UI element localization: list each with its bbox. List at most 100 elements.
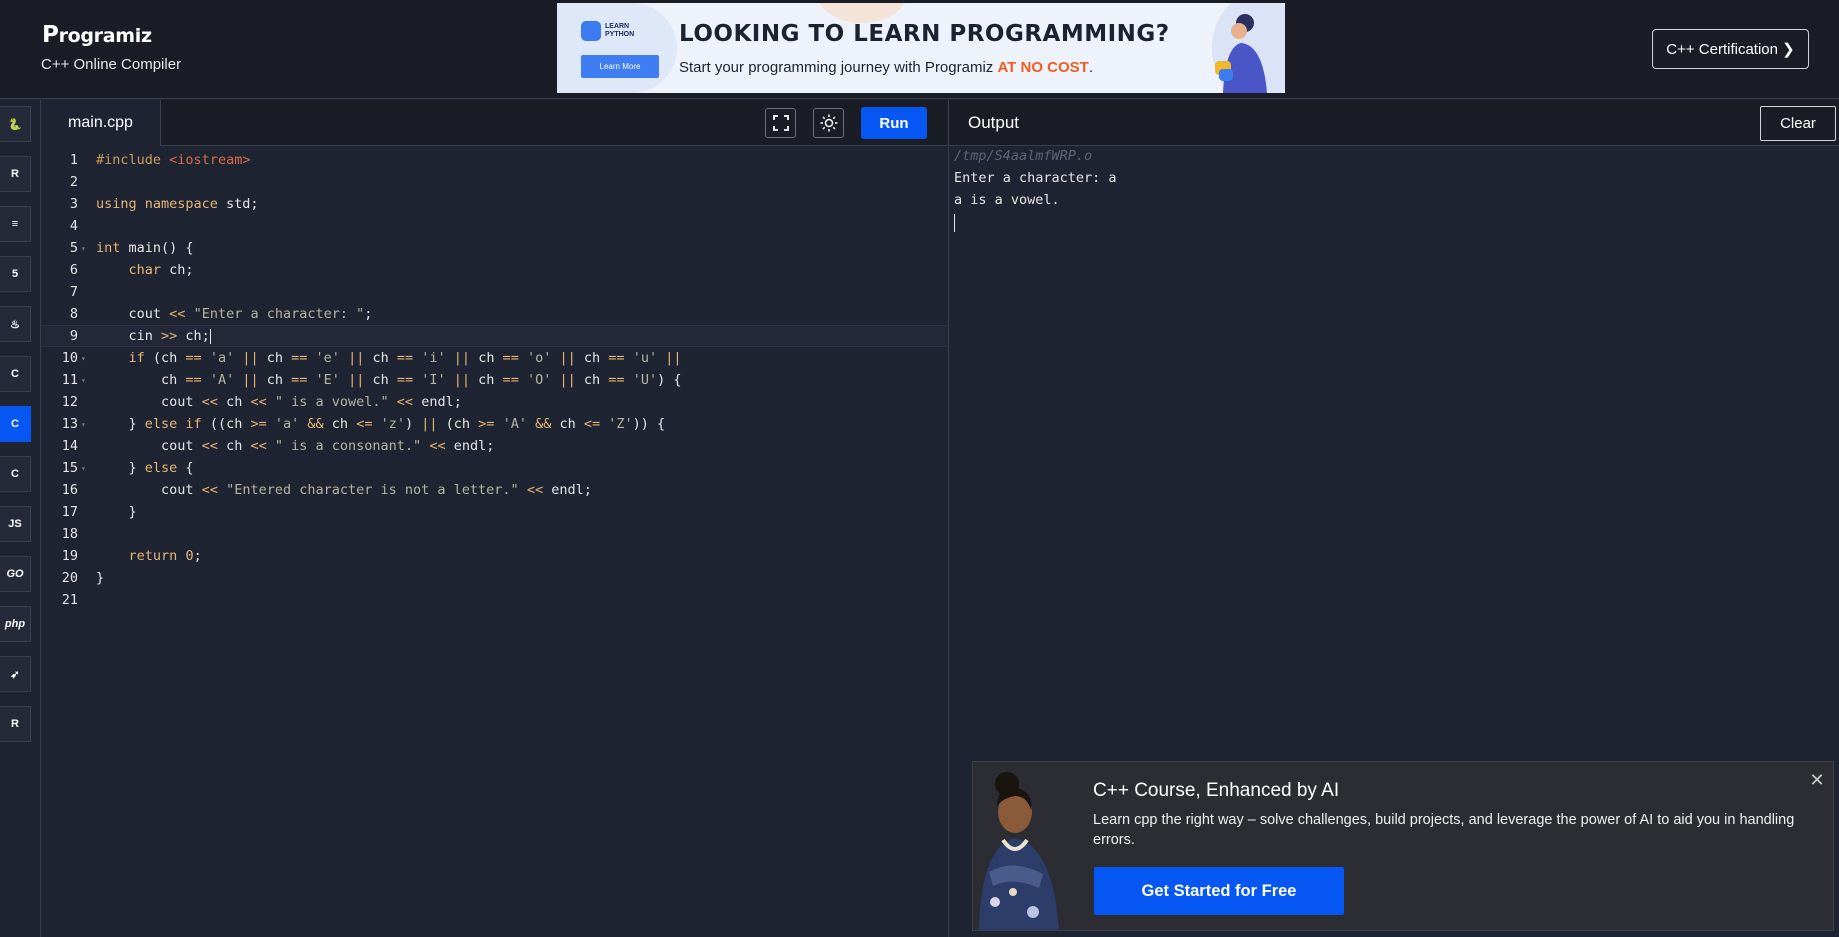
code-line[interactable]: 12 cout << ch << " is a vowel." << endl; bbox=[41, 391, 947, 413]
code-line[interactable]: 2 bbox=[41, 171, 947, 193]
code-text: } bbox=[96, 570, 105, 586]
code-line[interactable]: 10 ▾ if (ch == 'a' || ch == 'e' || ch == … bbox=[41, 347, 947, 369]
go-icon: GO bbox=[6, 568, 24, 580]
line-number: 9 bbox=[69, 328, 78, 344]
code-line[interactable]: 15 ▾ } else { bbox=[41, 457, 947, 479]
banner-sub-suffix: . bbox=[1088, 59, 1094, 76]
code-line[interactable]: 5 ▾ int main() { bbox=[41, 237, 947, 259]
fold-arrow-icon[interactable]: ▾ bbox=[78, 464, 90, 473]
banner-person-illustration bbox=[1215, 14, 1267, 93]
sun-icon bbox=[820, 114, 837, 132]
fold-arrow-icon[interactable]: ▾ bbox=[78, 376, 90, 385]
line-number: 6 bbox=[69, 262, 78, 278]
code-line[interactable]: 6 char ch; bbox=[41, 259, 947, 281]
language-r-button[interactable]: R bbox=[0, 156, 31, 192]
code-line[interactable]: 9 cin >> ch; bbox=[41, 325, 947, 347]
line-number: 21 bbox=[61, 592, 78, 608]
banner-sub-text: Start your programming journey with Prog… bbox=[679, 59, 998, 76]
clear-button[interactable]: Clear bbox=[1760, 106, 1836, 141]
language-swift-button[interactable]: ➶ bbox=[0, 656, 31, 692]
language-python-button[interactable]: 🐍 bbox=[0, 106, 31, 142]
code-text: ch == 'A' || ch == 'E' || ch == 'I' || c… bbox=[96, 372, 682, 388]
line-number: 11 bbox=[61, 372, 78, 388]
code-line[interactable]: 14 cout << ch << " is a consonant." << e… bbox=[41, 435, 947, 457]
line-number: 7 bbox=[69, 284, 78, 300]
language-csharp-button[interactable]: C bbox=[0, 456, 31, 492]
line-number: 20 bbox=[61, 570, 78, 586]
language-java-button[interactable]: ♨ bbox=[0, 306, 31, 342]
editor-toolbar: main.cpp Run bbox=[41, 100, 947, 146]
banner-learn-more-button[interactable]: Learn More bbox=[581, 55, 659, 78]
code-line[interactable]: 18 bbox=[41, 523, 947, 545]
javascript-icon: JS bbox=[8, 518, 22, 530]
fold-arrow-icon[interactable]: ▾ bbox=[78, 244, 90, 253]
code-text: } bbox=[96, 504, 137, 520]
code-line[interactable]: 3 using namespace std; bbox=[41, 193, 947, 215]
fullscreen-icon bbox=[772, 115, 789, 131]
line-number: 8 bbox=[69, 306, 78, 322]
code-line[interactable]: 1 #include <iostream> bbox=[41, 149, 947, 171]
theme-toggle-button[interactable] bbox=[813, 108, 844, 138]
course-promo-card: C++ Course, Enhanced by AI Learn cpp the… bbox=[972, 761, 1834, 931]
line-number: 1 bbox=[69, 152, 78, 168]
code-line[interactable]: 17 } bbox=[41, 501, 947, 523]
cpp-icon: C bbox=[11, 418, 19, 430]
banner-ad[interactable]: LEARN PYTHON Learn More LOOKING TO LEARN… bbox=[557, 3, 1285, 93]
code-text: cin >> ch; bbox=[96, 328, 211, 344]
line-number: 13 bbox=[61, 416, 78, 432]
output-line: a is a vowel. bbox=[954, 192, 1060, 208]
promo-title: C++ Course, Enhanced by AI bbox=[1093, 780, 1340, 801]
line-number: 14 bbox=[61, 438, 78, 454]
fold-arrow-icon[interactable]: ▾ bbox=[78, 420, 90, 429]
code-line[interactable]: 4 bbox=[41, 215, 947, 237]
code-line[interactable]: 13 ▾ } else if ((ch >= 'a' && ch <= 'z') … bbox=[41, 413, 947, 435]
code-line[interactable]: 16 cout << "Entered character is not a l… bbox=[41, 479, 947, 501]
language-cpp-button[interactable]: C bbox=[0, 406, 31, 442]
language-javascript-button[interactable]: JS bbox=[0, 506, 31, 542]
learn-python-logo-icon bbox=[581, 21, 601, 41]
banner-decoration bbox=[557, 3, 677, 93]
banner-title: LOOKING TO LEARN PROGRAMMING? bbox=[679, 21, 1170, 47]
output-title: Output bbox=[968, 113, 1020, 132]
banner-logo-text: LEARN PYTHON bbox=[605, 23, 635, 38]
code-text: cout << ch << " is a vowel." << endl; bbox=[96, 394, 462, 410]
logo-text: rogramiz bbox=[58, 25, 152, 47]
php-icon: php bbox=[4, 618, 26, 630]
line-number: 16 bbox=[61, 482, 78, 498]
html-icon: 5 bbox=[11, 268, 19, 280]
cpp-certification-button[interactable]: C++ Certification ❯ bbox=[1652, 29, 1809, 69]
language-rust-button[interactable]: R bbox=[0, 706, 31, 742]
get-started-button[interactable]: Get Started for Free bbox=[1094, 867, 1344, 915]
language-php-button[interactable]: php bbox=[0, 606, 31, 642]
top-header: Programiz C++ Online Compiler LEARN PYTH… bbox=[0, 0, 1839, 99]
line-number: 3 bbox=[69, 196, 78, 212]
code-line[interactable]: 21 bbox=[41, 589, 947, 611]
programiz-logo[interactable]: Programiz bbox=[42, 22, 152, 48]
line-number: 2 bbox=[69, 174, 78, 190]
run-button[interactable]: Run bbox=[861, 107, 927, 139]
java-icon: ♨ bbox=[10, 318, 20, 331]
r-icon: R bbox=[11, 168, 19, 180]
code-text: } else { bbox=[96, 460, 194, 476]
language-html-button[interactable]: 5 bbox=[0, 256, 31, 292]
code-line[interactable]: 19 return 0; bbox=[41, 545, 947, 567]
line-number: 18 bbox=[61, 526, 78, 542]
language-go-button[interactable]: GO bbox=[0, 556, 31, 592]
fold-arrow-icon[interactable]: ▾ bbox=[78, 354, 90, 363]
instructor-photo bbox=[973, 762, 1068, 930]
line-number: 15 bbox=[61, 460, 78, 476]
line-number: 17 bbox=[61, 504, 78, 520]
fullscreen-button[interactable] bbox=[765, 108, 796, 138]
output-path: /tmp/S4aalmfWRP.o bbox=[954, 148, 1093, 164]
banner-subtitle: Start your programming journey with Prog… bbox=[679, 59, 1093, 76]
code-text: cout << "Enter a character: "; bbox=[96, 306, 373, 322]
code-line[interactable]: 8 cout << "Enter a character: "; bbox=[41, 303, 947, 325]
close-icon[interactable]: ✕ bbox=[1807, 770, 1827, 790]
code-line[interactable]: 20} bbox=[41, 567, 947, 589]
code-line[interactable]: 7 bbox=[41, 281, 947, 303]
tab-main-cpp[interactable]: main.cpp bbox=[41, 100, 161, 146]
language-c-button[interactable]: C bbox=[0, 356, 31, 392]
code-editor[interactable]: 1 #include <iostream> 2 3 using namespace st… bbox=[41, 146, 947, 937]
language-sql-button[interactable]: ≡ bbox=[0, 206, 31, 242]
code-line[interactable]: 11 ▾ ch == 'A' || ch == 'E' || ch == 'I' … bbox=[41, 369, 947, 391]
